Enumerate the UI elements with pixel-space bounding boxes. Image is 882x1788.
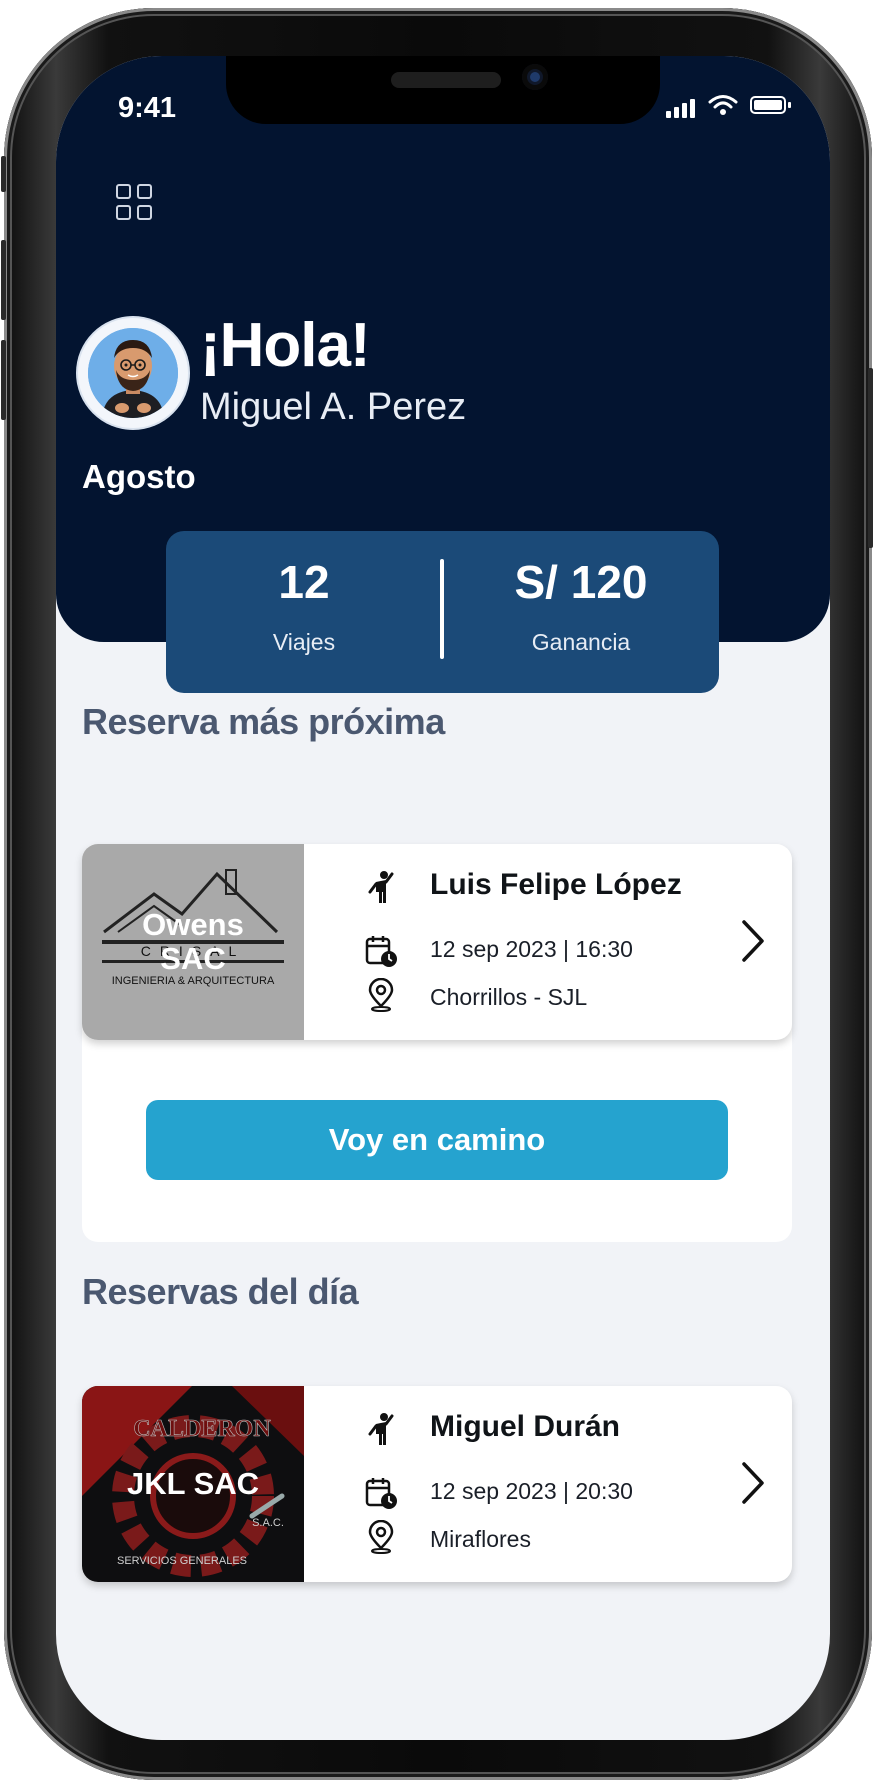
passenger-icon (368, 871, 394, 903)
mute-switch (1, 156, 6, 192)
day-bookings-title: Reservas del día (82, 1271, 359, 1312)
trips-label: Viajes (272, 629, 336, 655)
signal-bar (674, 107, 679, 118)
signal-icon (666, 111, 671, 118)
trips-value: 12 (278, 556, 330, 608)
booking-route: Miraflores (430, 1526, 531, 1552)
calendar-clock-icon (365, 1478, 397, 1509)
passenger-name: Luis Felipe López (430, 868, 682, 901)
power-button (868, 368, 873, 548)
menu-grid-icon[interactable] (116, 184, 156, 224)
user-name: Miguel A. Perez (200, 386, 467, 428)
volume-down-button (1, 340, 6, 420)
phone-screen: 9:41 ¡Hola! Miguel A. Perez Agosto 12 Vi… (56, 56, 830, 1740)
location-pin-icon (368, 978, 394, 1012)
chevron-right-icon[interactable] (738, 1460, 768, 1506)
passenger-icon (368, 1413, 394, 1445)
booking-datetime: 12 sep 2023 | 20:30 (430, 1478, 633, 1504)
company-name: JKL SAC (126, 1465, 260, 1501)
earnings-stat: S/ 120 Ganancia (443, 531, 719, 693)
trips-stat: 12 Viajes (166, 531, 442, 693)
status-icons (666, 94, 791, 118)
signal-bar (682, 103, 687, 118)
signal-bar (690, 99, 695, 118)
company-logo: CRISAL INGENIERIA & ARQUITECTURA Owens S… (82, 844, 304, 1040)
status-time: 9:41 (118, 92, 177, 124)
earnings-label: Ganancia (531, 629, 631, 655)
battery-tip (788, 102, 791, 108)
next-booking-title: Reserva más próxima (82, 701, 445, 742)
company-logo: CALDERON SERVICIOS GENERALES S.A.C. JKL … (82, 1386, 304, 1582)
speaker (391, 72, 501, 88)
volume-up-button (1, 240, 6, 320)
battery-icon (750, 96, 786, 114)
passenger-name: Miguel Durán (430, 1410, 621, 1443)
greeting-title: ¡Hola! (200, 311, 371, 380)
phone-frame: 9:41 ¡Hola! Miguel A. Perez Agosto 12 Vi… (1, 8, 873, 1780)
wifi-icon (708, 95, 738, 115)
period-label: Agosto (82, 458, 196, 495)
chevron-right-icon[interactable] (738, 918, 768, 964)
calendar-clock-icon (365, 936, 397, 967)
avatar-image (88, 328, 178, 418)
day-booking-card[interactable]: CALDERON SERVICIOS GENERALES S.A.C. JKL … (82, 1386, 792, 1582)
company-name: Owens SAC (142, 906, 244, 976)
avatar[interactable] (78, 318, 188, 428)
location-pin-icon (368, 1520, 394, 1554)
notch (226, 56, 660, 124)
next-booking-card[interactable]: CRISAL INGENIERIA & ARQUITECTURA Owens S… (82, 844, 792, 1040)
earnings-value: S/ 120 (514, 556, 648, 608)
on-my-way-button[interactable]: Voy en camino (146, 1100, 728, 1180)
booking-datetime: 12 sep 2023 | 16:30 (430, 936, 633, 962)
front-camera (522, 64, 548, 90)
booking-route: Chorrillos - SJL (430, 984, 588, 1010)
avatar-illustration (88, 328, 178, 418)
stats-card: 12 Viajes S/ 120 Ganancia (166, 531, 719, 693)
